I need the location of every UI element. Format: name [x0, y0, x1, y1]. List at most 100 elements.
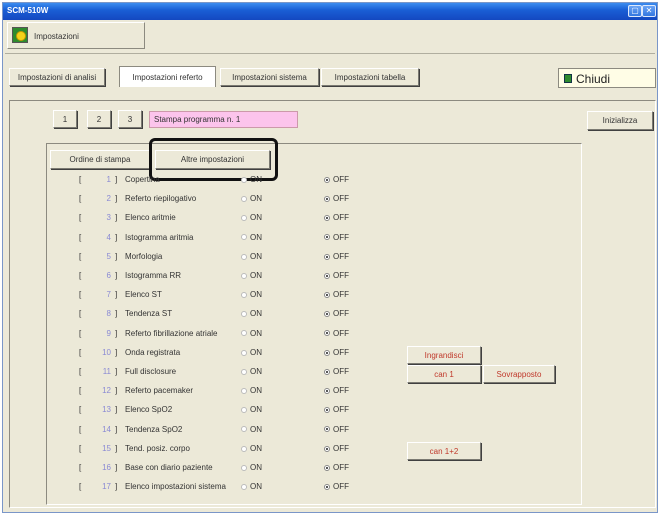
radio-off[interactable]: OFF	[324, 252, 349, 261]
print-item-row: [1] Copertina ON OFF	[3, 171, 563, 190]
tab-system-settings-label: Impostazioni sistema	[232, 72, 307, 82]
row-label: Referto pacemaker	[125, 386, 194, 396]
radio-on-label: ON	[250, 290, 262, 300]
row-close-bracket: ]	[115, 232, 118, 242]
close-door-icon	[564, 74, 572, 83]
radio-on[interactable]: ON	[241, 213, 262, 222]
restore-window-icon[interactable]: ▢	[628, 5, 642, 17]
radio-off[interactable]: OFF	[324, 194, 349, 203]
radio-off[interactable]: OFF	[324, 425, 349, 434]
radio-on-icon	[241, 407, 247, 414]
radio-off[interactable]: OFF	[324, 348, 349, 357]
radio-on-label: ON	[250, 347, 262, 357]
row-label: Morfologia	[125, 251, 163, 261]
page-button-3[interactable]: 3	[118, 110, 142, 128]
radio-on[interactable]: ON	[241, 482, 262, 491]
channel-1-2-button[interactable]: can 1+2	[407, 442, 481, 460]
tab-system-settings[interactable]: Impostazioni sistema	[220, 68, 319, 86]
row-open-bracket: [	[79, 328, 82, 338]
radio-on[interactable]: ON	[241, 405, 262, 414]
page-button-2[interactable]: 2	[87, 110, 111, 128]
radio-off[interactable]: OFF	[324, 175, 349, 184]
close-window-icon[interactable]: ✕	[642, 5, 656, 17]
tab-analysis-settings-label: Impostazioni di analisi	[17, 72, 97, 82]
radio-off-icon	[324, 196, 330, 203]
radio-on[interactable]: ON	[241, 309, 262, 318]
radio-on[interactable]: ON	[241, 367, 262, 376]
row-label: Elenco SpO2	[125, 405, 173, 415]
title-bar: SCM-510W ▢ ✕	[3, 3, 657, 20]
radio-on[interactable]: ON	[241, 463, 262, 472]
tab-report-settings[interactable]: Impostazioni referto	[119, 66, 216, 87]
radio-off[interactable]: OFF	[324, 290, 349, 299]
radio-off[interactable]: OFF	[324, 367, 349, 376]
radio-off-label: OFF	[333, 443, 349, 453]
overlay-button-label: Sovrapposto	[496, 369, 542, 379]
radio-on[interactable]: ON	[241, 444, 262, 453]
row-close-bracket: ]	[115, 175, 118, 184]
radio-off[interactable]: OFF	[324, 329, 349, 338]
window-title: SCM-510W	[7, 6, 49, 15]
print-order-button[interactable]: Ordine di stampa	[50, 150, 150, 169]
page-button-1[interactable]: 1	[53, 110, 77, 128]
radio-on[interactable]: ON	[241, 175, 262, 184]
overlay-button[interactable]: Sovrapposto	[483, 365, 555, 383]
print-item-row: [17] Elenco impostazioni sistema ON OFF	[3, 478, 563, 497]
print-item-row: [3] Elenco aritmie ON OFF	[3, 209, 563, 228]
program-name-field[interactable]: Stampa programma n. 1	[149, 111, 298, 128]
radio-off[interactable]: OFF	[324, 444, 349, 453]
close-button-label: Chiudi	[576, 72, 611, 86]
radio-off[interactable]: OFF	[324, 405, 349, 414]
radio-on-icon	[241, 388, 247, 395]
radio-off-icon	[324, 426, 330, 433]
radio-off[interactable]: OFF	[324, 463, 349, 472]
radio-on[interactable]: ON	[241, 329, 262, 338]
row-open-bracket: [	[79, 367, 82, 376]
row-open-bracket: [	[79, 251, 82, 261]
radio-off[interactable]: OFF	[324, 309, 349, 318]
print-items-list: [1] Copertina ON OFF [2] Referto riepilogativ…	[3, 171, 657, 501]
close-button[interactable]: Chiudi	[558, 68, 656, 88]
radio-on-icon	[241, 368, 247, 375]
radio-on-icon	[241, 311, 247, 318]
page-button-3-label: 3	[127, 114, 133, 124]
radio-on-label: ON	[250, 328, 262, 338]
row-open-bracket: [	[79, 271, 82, 280]
tab-bar-divider	[5, 53, 655, 54]
radio-on[interactable]: ON	[241, 348, 262, 357]
radio-off-icon	[324, 388, 330, 395]
print-item-row: [8] Tendenza ST ON OFF	[3, 305, 563, 324]
radio-on[interactable]: ON	[241, 290, 262, 299]
radio-on-label: ON	[250, 367, 262, 376]
row-close-bracket: ]	[115, 213, 118, 223]
radio-on-label: ON	[250, 424, 262, 434]
radio-off[interactable]: OFF	[324, 233, 349, 242]
enlarge-button[interactable]: Ingrandisci	[407, 346, 481, 364]
row-open-bracket: [	[79, 213, 82, 223]
row-number: 9	[106, 328, 111, 338]
row-label: Istogramma aritmia	[125, 232, 194, 242]
radio-on[interactable]: ON	[241, 271, 262, 280]
channel-1-button[interactable]: can 1	[407, 365, 481, 383]
page-button-2-label: 2	[96, 114, 102, 124]
radio-on[interactable]: ON	[241, 425, 262, 434]
radio-on[interactable]: ON	[241, 233, 262, 242]
radio-off[interactable]: OFF	[324, 482, 349, 491]
radio-off[interactable]: OFF	[324, 386, 349, 395]
radio-off[interactable]: OFF	[324, 213, 349, 222]
tab-analysis-settings[interactable]: Impostazioni di analisi	[9, 68, 105, 86]
radio-off[interactable]: OFF	[324, 271, 349, 280]
radio-on[interactable]: ON	[241, 194, 262, 203]
row-label: Base con diario paziente	[125, 463, 213, 472]
radio-on[interactable]: ON	[241, 252, 262, 261]
radio-off-label: OFF	[333, 386, 349, 396]
radio-on[interactable]: ON	[241, 386, 262, 395]
row-label: Referto riepilogativo	[125, 194, 197, 204]
radio-on-icon	[241, 234, 247, 241]
row-open-bracket: [	[79, 386, 82, 396]
row-open-bracket: [	[79, 347, 82, 357]
tab-table-settings[interactable]: Impostazioni tabella	[321, 68, 419, 86]
row-open-bracket: [	[79, 405, 82, 415]
initialize-button[interactable]: Inizializza	[587, 111, 653, 130]
radio-off-label: OFF	[333, 290, 349, 300]
